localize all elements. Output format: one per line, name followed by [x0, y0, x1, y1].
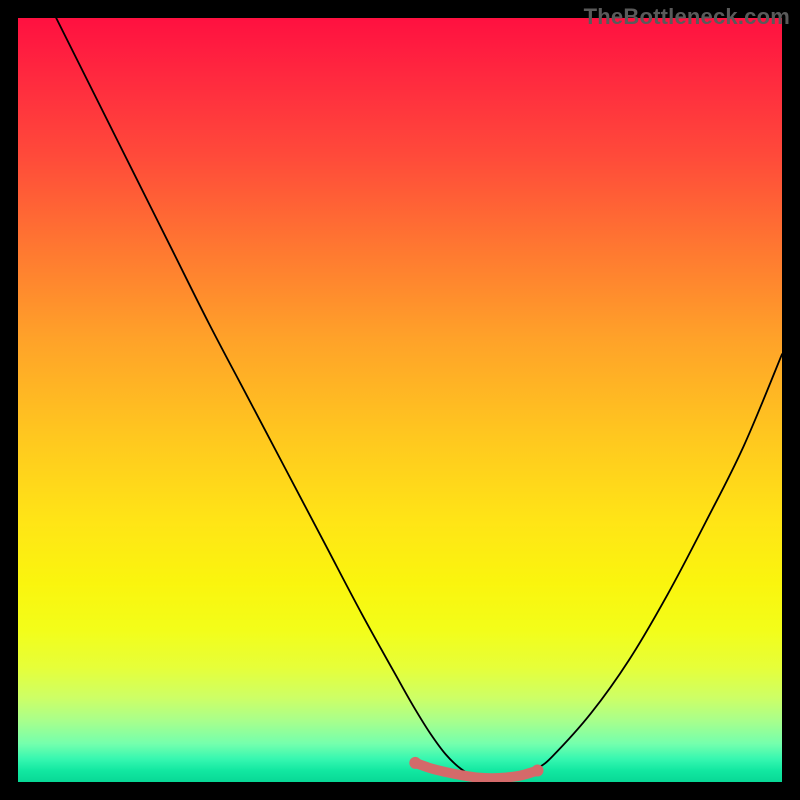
- bottleneck-curve-path: [56, 18, 782, 781]
- optimal-band-path: [415, 763, 537, 778]
- optimal-band-endpoint: [409, 757, 421, 769]
- optimal-band-endpoint: [532, 765, 544, 777]
- plot-area: [17, 17, 783, 783]
- chart-frame: TheBottleneck.com: [0, 0, 800, 800]
- watermark-text: TheBottleneck.com: [584, 4, 790, 30]
- curve-layer: [18, 18, 782, 782]
